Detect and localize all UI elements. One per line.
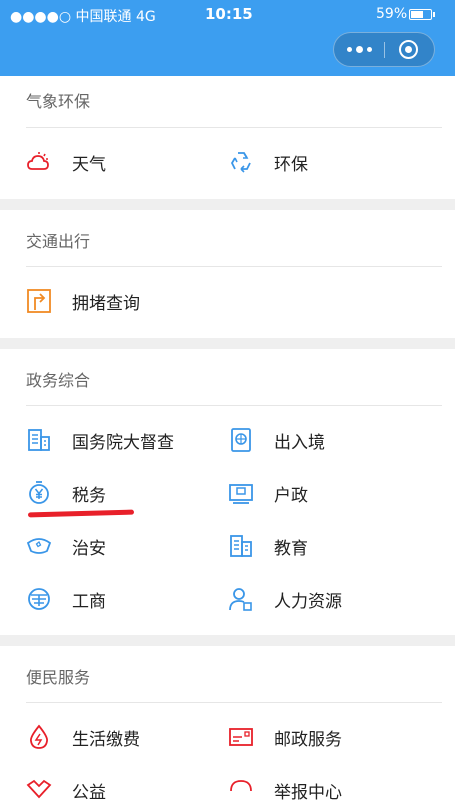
service-item-utility-payment[interactable]: 生活缴费 — [26, 721, 140, 753]
service-item-label: 天气 — [72, 154, 106, 175]
battery-icon — [409, 9, 435, 20]
tax-yuan-icon — [26, 480, 52, 506]
building-icon — [26, 427, 52, 453]
battery-percent: 59% — [376, 6, 408, 22]
service-item-environment[interactable]: 环保 — [228, 146, 308, 178]
service-item-state-council[interactable]: 国务院大督查 — [26, 424, 174, 456]
service-item-label: 教育 — [274, 538, 308, 559]
section-title-government: 政务综合 — [26, 371, 91, 390]
person-badge-icon — [228, 586, 254, 612]
service-item-label: 拥堵查询 — [72, 293, 140, 314]
charity-icon — [26, 777, 52, 803]
service-item-label: 环保 — [274, 154, 308, 175]
service-item-congestion[interactable]: 拥堵查询 — [26, 285, 140, 317]
mini-program-capsule — [333, 32, 435, 67]
status-bar: ●●●●○ 中国联通 4G 10:15 59% — [0, 0, 455, 76]
service-item-public-security[interactable]: 治安 — [26, 530, 106, 562]
service-item-label: 生活缴费 — [72, 729, 140, 750]
section-title-traffic: 交通出行 — [26, 232, 91, 251]
police-hat-icon — [26, 533, 52, 559]
service-item-label: 举报中心 — [274, 782, 342, 803]
traffic-sign-icon — [26, 288, 52, 314]
service-item-label: 国务院大督查 — [72, 432, 174, 453]
service-item-education[interactable]: 教育 — [228, 530, 308, 562]
more-dots-icon[interactable] — [334, 33, 384, 66]
service-item-human-resources[interactable]: 人力资源 — [228, 583, 342, 615]
section-title-weather: 气象环保 — [26, 92, 91, 111]
report-icon — [228, 777, 254, 803]
service-item-label: 公益 — [72, 782, 106, 803]
red-underline-annotation — [27, 509, 135, 518]
carrier-signal: ●●●●○ 中国联通 4G — [10, 9, 156, 25]
section-title-convenience: 便民服务 — [26, 668, 91, 687]
service-item-report-center[interactable]: 举报中心 — [228, 774, 342, 806]
service-item-tax[interactable]: 税务 — [26, 477, 106, 509]
service-item-label: 户政 — [274, 485, 308, 506]
clock: 10:15 — [205, 5, 253, 23]
service-item-label: 邮政服务 — [274, 729, 342, 750]
service-item-label: 税务 — [72, 485, 106, 506]
service-item-label: 出入境 — [274, 432, 325, 453]
service-item-postal[interactable]: 邮政服务 — [228, 721, 342, 753]
service-item-immigration[interactable]: 出入境 — [228, 424, 325, 456]
service-item-household[interactable]: 户政 — [228, 477, 308, 509]
water-drop-icon — [26, 724, 52, 750]
service-item-charity[interactable]: 公益 — [26, 774, 106, 806]
school-building-icon — [228, 533, 254, 559]
close-target-icon[interactable] — [399, 40, 418, 59]
weather-icon — [26, 149, 52, 175]
service-item-label: 治安 — [72, 538, 106, 559]
mail-icon — [228, 724, 254, 750]
service-item-commerce[interactable]: 工商 — [26, 583, 106, 615]
id-card-icon — [228, 480, 254, 506]
recycle-icon — [228, 149, 254, 175]
passport-icon — [228, 427, 254, 453]
service-item-weather[interactable]: 天气 — [26, 146, 106, 178]
service-item-label: 人力资源 — [274, 591, 342, 612]
service-item-label: 工商 — [72, 591, 106, 612]
commerce-icon — [26, 586, 52, 612]
